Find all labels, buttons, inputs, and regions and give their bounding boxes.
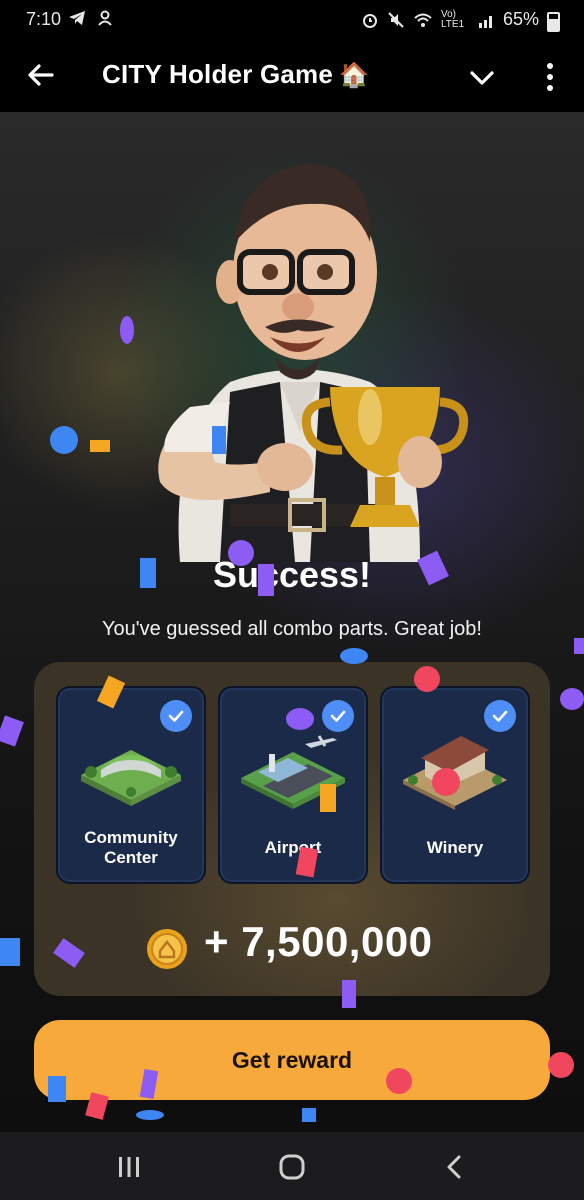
confetti-piece (140, 558, 156, 588)
combo-card-label-line1: Winery (426, 838, 484, 857)
reward-row: + 7,500,000 (34, 918, 550, 978)
confetti-piece (414, 666, 440, 692)
back-nav-icon[interactable] (440, 1154, 470, 1180)
combo-card-label: Community Center (58, 828, 204, 868)
house-emoji: 🏠 (339, 62, 370, 89)
confetti-piece (50, 426, 78, 454)
combo-card-label: Winery (382, 838, 528, 858)
success-headline: Success! (212, 554, 372, 595)
confetti-piece (342, 980, 356, 1008)
recent-apps-icon[interactable] (114, 1154, 144, 1180)
confetti-piece (90, 440, 110, 452)
confetti-piece (574, 638, 584, 654)
winery-building-icon (403, 736, 507, 810)
content-area: Success! You've guessed all combo parts.… (0, 112, 584, 1132)
network-label: Vo) LTE1 (440, 8, 465, 30)
system-navigation-bar (0, 1132, 584, 1200)
status-bar: 7:10 Vo) LTE1 65% (0, 0, 584, 40)
confetti-piece (386, 1068, 412, 1094)
page-title-text: CITY Holder Game (102, 59, 334, 89)
combo-card-label-line2: Center (104, 848, 158, 867)
confetti-piece (320, 784, 336, 812)
mute-icon (388, 11, 404, 28)
telegram-icon (69, 11, 85, 25)
coin-icon (147, 929, 187, 969)
combo-card-label: Airport (220, 838, 366, 858)
confetti-piece (258, 564, 274, 596)
app-bar: CITY Holder Game 🏠 (0, 40, 584, 112)
character-with-trophy-illustration (158, 164, 469, 562)
confetti-piece (560, 688, 584, 710)
confetti-piece (48, 1076, 66, 1102)
confetti-piece (286, 708, 314, 730)
confetti-piece (136, 1110, 164, 1120)
confetti-piece (548, 1052, 574, 1078)
reward-amount: + 7,500,000 (204, 918, 433, 965)
app-notification-icon (98, 10, 112, 26)
combo-card-label-line1: Community (84, 828, 178, 847)
battery-icon (547, 11, 560, 32)
confetti-piece (120, 316, 134, 344)
confetti-piece (432, 768, 460, 796)
wifi-icon (414, 13, 432, 27)
community-center-building-icon (81, 750, 181, 806)
back-arrow-icon[interactable] (24, 58, 58, 92)
more-vertical-icon[interactable] (538, 60, 562, 94)
confetti-piece (302, 1108, 316, 1122)
confetti-piece (212, 426, 226, 454)
page-title: CITY Holder Game 🏠 (102, 59, 369, 90)
status-time: 7:10 (26, 9, 62, 29)
success-message: You've guessed all combo parts. Great jo… (102, 618, 482, 640)
signal-icon (478, 15, 492, 28)
alarm-icon (362, 13, 377, 28)
combo-card-community-center: Community Center (56, 686, 206, 884)
home-icon[interactable] (277, 1154, 307, 1180)
battery-percent: 65% (502, 9, 539, 29)
confetti-piece (0, 938, 20, 966)
confetti-piece (340, 648, 368, 664)
confetti-piece (0, 715, 24, 747)
chevron-down-icon[interactable] (466, 62, 498, 94)
confetti-piece (228, 540, 254, 566)
get-reward-button[interactable]: Get reward (34, 1020, 550, 1100)
